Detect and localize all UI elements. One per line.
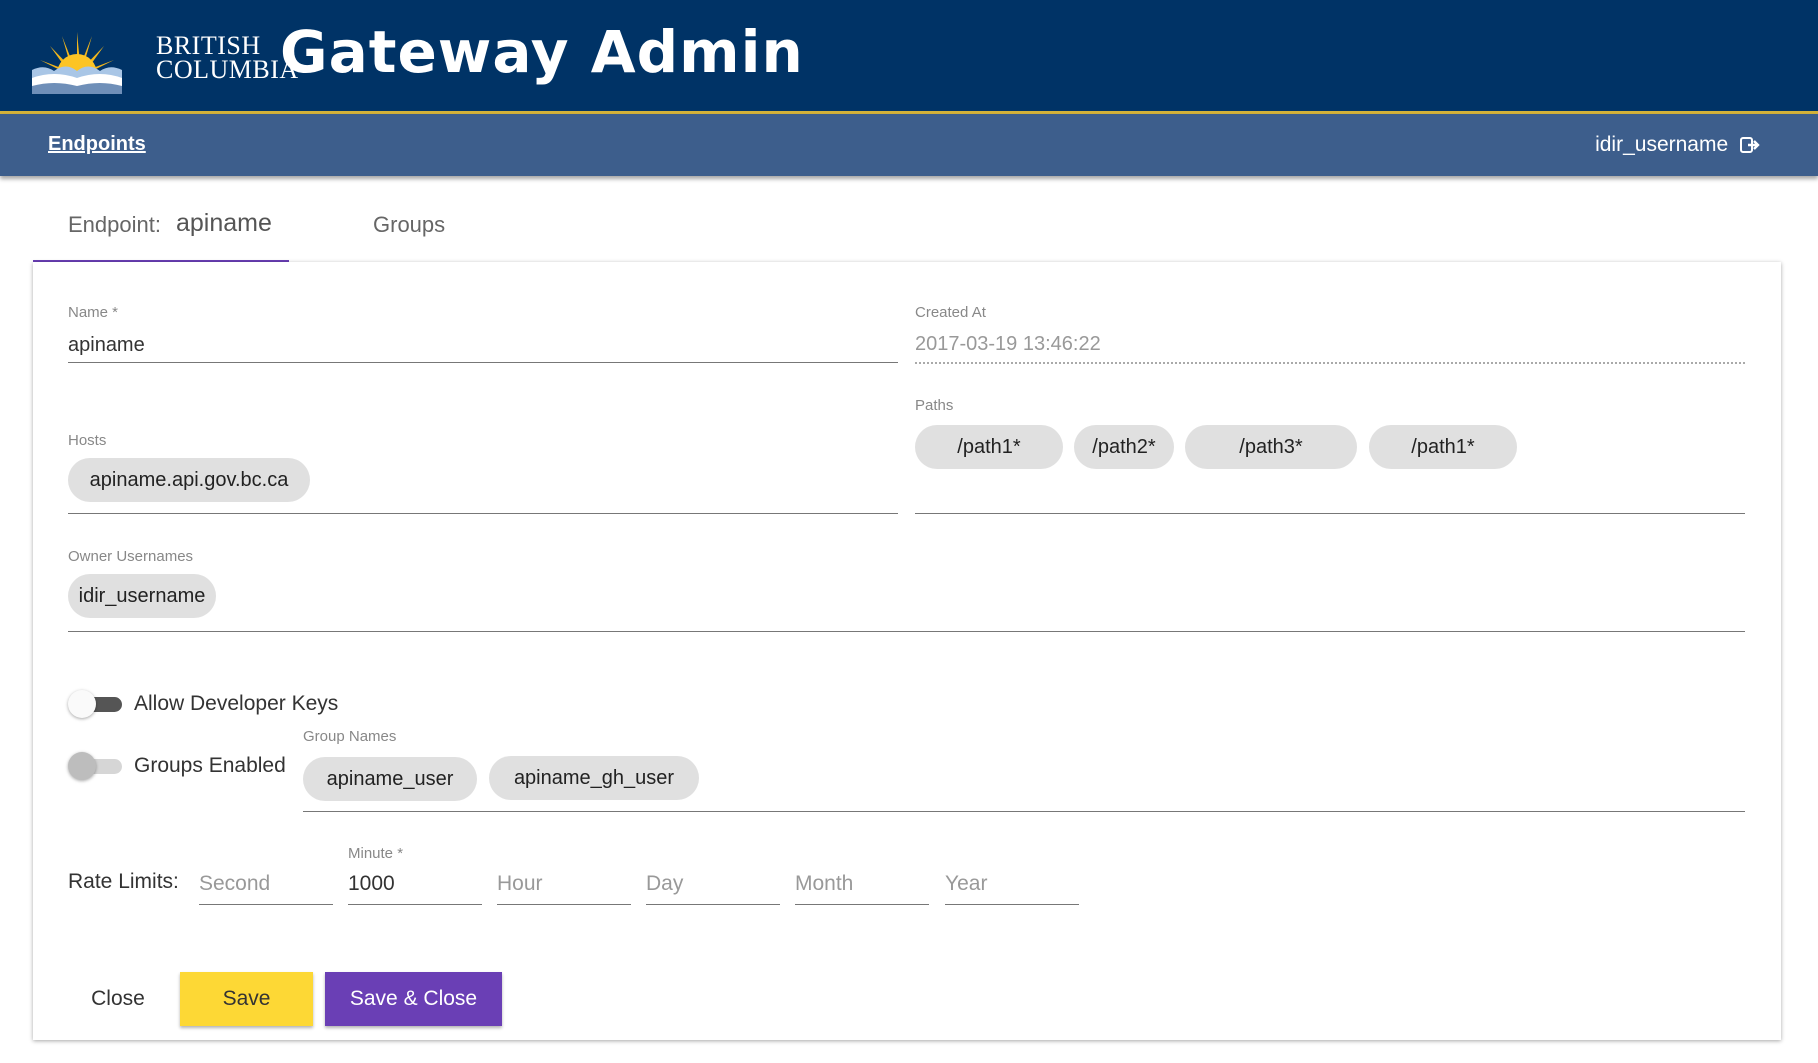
owners-label: Owner Usernames [68, 548, 194, 565]
group-name-chip[interactable]: apiname_user [303, 757, 477, 801]
rate-limits-label: Rate Limits: [68, 870, 179, 893]
name-underline [68, 362, 898, 363]
tab-groups[interactable]: Groups [373, 200, 463, 260]
rate-limit-second-input[interactable]: Second [199, 856, 333, 906]
save-and-close-button[interactable]: Save & Close [325, 972, 502, 1026]
tab-groups-label: Groups [373, 212, 446, 237]
paths-label: Paths [915, 397, 954, 414]
bc-logo[interactable]: BRITISH COLUMBIA [32, 24, 298, 94]
created-at-label: Created At [915, 304, 986, 321]
created-at-underline [915, 362, 1745, 364]
owners-underline [68, 631, 1745, 632]
rate-limit-underline [945, 904, 1079, 905]
rate-limit-month-placeholder: Month [795, 872, 854, 895]
created-at-value: 2017-03-19 13:46:22 [915, 333, 1101, 355]
group-names-label: Group Names [303, 728, 397, 745]
tab-endpoint-label: Endpoint: [68, 212, 161, 237]
hosts-label: Hosts [68, 432, 107, 449]
rate-limit-day-placeholder: Day [646, 872, 684, 895]
rate-limit-year-placeholder: Year [945, 872, 988, 895]
name-label: Name * [68, 304, 119, 321]
rate-limit-hour-input[interactable]: Hour [497, 856, 631, 906]
rate-limit-hour-placeholder: Hour [497, 872, 543, 895]
app-title: Gateway Admin [280, 18, 804, 86]
logout-icon[interactable] [1740, 136, 1760, 154]
bc-sun-icon [32, 32, 122, 94]
tab-endpoint-name: apiname [176, 209, 272, 237]
path-chip[interactable]: /path1* [1369, 425, 1517, 469]
app-header: BRITISH COLUMBIA Gateway Admin [0, 0, 1818, 114]
nav-endpoints-link[interactable]: Endpoints [48, 133, 146, 156]
close-button[interactable]: Close [68, 972, 168, 1026]
allow-developer-keys-label: Allow Developer Keys [134, 692, 339, 715]
rate-limit-year-input[interactable]: Year [945, 856, 1079, 906]
tab-bar: Endpoint: apiname Groups [33, 200, 1783, 264]
rate-limit-second-placeholder: Second [199, 872, 271, 895]
rate-limit-minute-input[interactable]: 1000 [348, 856, 482, 906]
rate-limit-day-input[interactable]: Day [646, 856, 780, 906]
rate-limit-minute-value: 1000 [348, 872, 395, 895]
allow-developer-keys-toggle[interactable] [68, 690, 122, 718]
username-label: idir_username [1595, 133, 1729, 156]
endpoint-form-card: Name * apiname Created At 2017-03-19 13:… [33, 262, 1781, 1040]
tab-endpoint[interactable]: Endpoint: apiname [33, 200, 289, 264]
path-chip[interactable]: /path1* [915, 425, 1063, 469]
group-names-underline [303, 811, 1745, 812]
logo-text: BRITISH COLUMBIA [156, 33, 299, 84]
path-chip[interactable]: /path3* [1185, 425, 1357, 469]
toggle-thumb [68, 752, 96, 780]
toggle-thumb [68, 690, 96, 718]
owner-chip[interactable]: idir_username [68, 574, 216, 618]
groups-enabled-toggle[interactable] [68, 752, 122, 780]
rate-limit-month-input[interactable]: Month [795, 856, 929, 906]
paths-underline [915, 513, 1745, 514]
rate-limit-underline [199, 904, 333, 905]
logo-line2: COLUMBIA [156, 55, 299, 84]
host-chip[interactable]: apiname.api.gov.bc.ca [68, 458, 310, 502]
rate-limit-underline [646, 904, 780, 905]
groups-enabled-label: Groups Enabled [134, 754, 286, 777]
name-input[interactable]: apiname [68, 334, 145, 357]
rate-limit-underline [348, 904, 482, 905]
rate-limit-underline [497, 904, 631, 905]
user-menu[interactable]: idir_username [1595, 133, 1760, 157]
path-chip[interactable]: /path2* [1074, 425, 1174, 469]
nav-bar: Endpoints idir_username [0, 114, 1818, 176]
rate-limit-underline [795, 904, 929, 905]
hosts-underline [68, 513, 898, 514]
save-button[interactable]: Save [180, 972, 313, 1026]
group-name-chip[interactable]: apiname_gh_user [489, 756, 699, 800]
